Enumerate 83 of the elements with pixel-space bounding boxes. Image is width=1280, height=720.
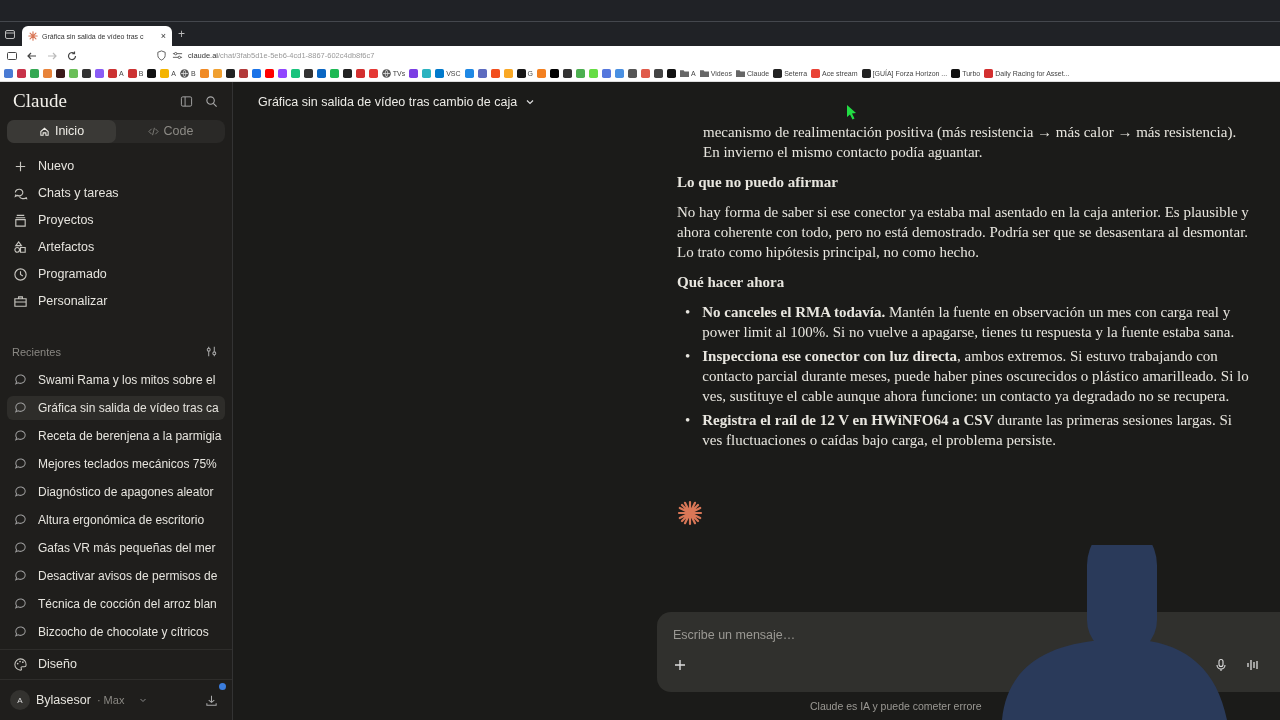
clock-icon xyxy=(13,266,28,282)
palette-icon xyxy=(13,656,28,672)
plan-label: · Max xyxy=(96,694,125,707)
asterisk-icon xyxy=(28,31,38,41)
new-tab-button[interactable]: + xyxy=(178,27,185,41)
chat-title[interactable]: Gráfica sin salida de vídeo tras cambio de caja xyxy=(258,95,518,109)
bullet-marker: • xyxy=(685,411,691,430)
bullet-item: Inspecciona ese conector con luz directa, ambos extremos. Si estuvo trabajando con contacto parcial durante meses, puede haber pines oscurecidos o plástico amarilleado. Si lo ves, sustituye el cable aunque ahora funcione: un contacto ya degradado no se recupera. xyxy=(702,347,1250,406)
chat-bubble-icon xyxy=(13,484,28,500)
sidebar-toggle-icon[interactable] xyxy=(180,94,193,108)
bookmark-icon[interactable] xyxy=(342,68,352,78)
nav-item[interactable]: Nuevo xyxy=(0,152,232,180)
bookmark-icon[interactable] xyxy=(628,68,637,78)
response-paragraph: No hay forma de saber si ese conector ya estaba mal asentado en la caja anterior. Es plausible y ahora coherente con todo, pero no está demostrado. Podría ser que se desasentara al desmontar. Lo trato como hipótesis principal, no como hecho. xyxy=(677,203,1250,262)
chat-bubble-icon xyxy=(13,456,28,472)
chat-bubble-icon xyxy=(13,624,28,640)
avatar[interactable]: A xyxy=(10,690,30,711)
code-icon xyxy=(147,125,159,137)
recent-chat[interactable]: Desactivar avisos de permisos de xyxy=(7,563,225,588)
bullet-item: No canceles el RMA todavía. Mantén la fuente en observación un mes con carga real y power limit al 100%. Si no vuelve a apagarse, tienes tu respuesta y la fuente estaba sana. xyxy=(702,303,1236,342)
chat-bubble-icon xyxy=(13,568,28,584)
nav-item[interactable]: Chats y tareas xyxy=(0,179,232,207)
recent-chat[interactable]: Bizcocho de chocolate y cítricos xyxy=(7,619,225,644)
bookmark-icon[interactable] xyxy=(654,68,663,78)
recent-chat[interactable]: Swami Rama y los mitos sobre el xyxy=(7,367,225,392)
nav-item[interactable]: Personalizar xyxy=(0,287,232,315)
cursor-icon xyxy=(846,104,858,120)
sidebar-toggle-icon[interactable] xyxy=(6,49,18,62)
section-label: Recientes xyxy=(12,345,61,358)
tab-group-icon[interactable] xyxy=(4,28,16,40)
recent-chat[interactable]: Gafas VR más pequeñas del mer xyxy=(7,535,225,560)
chevron-down-icon[interactable] xyxy=(525,97,536,107)
bookmark-icon[interactable] xyxy=(667,68,676,78)
stack-icon xyxy=(13,212,28,228)
bookmark-icon[interactable] xyxy=(550,68,559,78)
chat-bubble-icon xyxy=(13,400,28,416)
nav-item[interactable]: Programado xyxy=(0,260,232,288)
download-icon[interactable] xyxy=(205,693,218,707)
user-name[interactable]: Bylasesor xyxy=(36,693,91,708)
bookmark-icon[interactable] xyxy=(563,68,572,78)
search-icon[interactable] xyxy=(205,94,218,108)
recent-chat[interactable]: Gráfica sin salida de vídeo tras ca xyxy=(7,395,225,420)
shield-icon xyxy=(156,50,167,61)
chat-bubble-icon xyxy=(13,540,28,556)
bullet-item: Registra el raíl de 12 V en HWiNFO64 a CSV durante las primeras sesiones largas. Si ves fluctuaciones o caídas bajo carga, el problema persiste. xyxy=(702,411,1233,450)
home-icon xyxy=(38,125,50,137)
mode-tab[interactable]: Code xyxy=(116,120,225,143)
chat-bubble-icon xyxy=(13,428,28,444)
bullet-marker: • xyxy=(685,303,691,322)
message-input[interactable]: Escribe un mensaje… xyxy=(673,624,1260,646)
microphone-icon[interactable] xyxy=(1214,658,1228,672)
bullet-marker: • xyxy=(685,347,691,366)
bookmark-icon[interactable] xyxy=(56,68,65,78)
nav-item[interactable]: Artefactos xyxy=(0,233,232,261)
waveform-icon[interactable] xyxy=(1246,658,1260,672)
chat-bubble-icon xyxy=(13,372,28,388)
mode-tab[interactable]: Inicio xyxy=(7,120,116,143)
asterisk-logo-icon xyxy=(677,500,703,526)
nav-item[interactable]: Diseño xyxy=(0,649,232,680)
bookmark-icon[interactable] xyxy=(225,68,235,78)
bookmark-icon[interactable] xyxy=(303,68,313,78)
filter-icon[interactable] xyxy=(205,345,218,359)
disclaimer-text: Claude es IA y puede cometer errore xyxy=(810,700,983,714)
plus-icon[interactable] xyxy=(673,658,687,672)
response-heading: Qué hacer ahora xyxy=(677,273,786,292)
bookmark-icon[interactable] xyxy=(147,68,157,78)
close-tab-button[interactable]: × xyxy=(160,31,166,41)
recent-chat[interactable]: Receta de berenjena a la parmigia xyxy=(7,423,225,448)
logo-text[interactable]: Claude xyxy=(13,90,67,112)
response-paragraph: mecanismo de realimentación positiva (más resistencia → más calor → más resistencia). En invierno el mismo contacto podía aguantar. xyxy=(702,123,1238,162)
reload-icon[interactable] xyxy=(66,49,78,62)
response-heading: Lo que no puedo afirmar xyxy=(677,173,839,192)
shapes-icon xyxy=(13,239,28,255)
recent-chat[interactable]: Diagnóstico de apagones aleator xyxy=(7,479,225,504)
briefcase-icon xyxy=(13,293,28,309)
tune-icon[interactable] xyxy=(172,50,183,61)
bookmark-icon[interactable] xyxy=(82,68,91,78)
chat-bubble-icon xyxy=(13,512,28,528)
recent-chat[interactable]: Altura ergonómica de escritorio xyxy=(7,507,225,532)
chat-bubble-icon xyxy=(13,596,28,612)
recent-chat[interactable]: Mejores teclados mecánicos 75% xyxy=(7,451,225,476)
nav-item[interactable]: Proyectos xyxy=(0,206,232,234)
recent-chat[interactable]: Técnica de cocción del arroz blan xyxy=(7,591,225,616)
